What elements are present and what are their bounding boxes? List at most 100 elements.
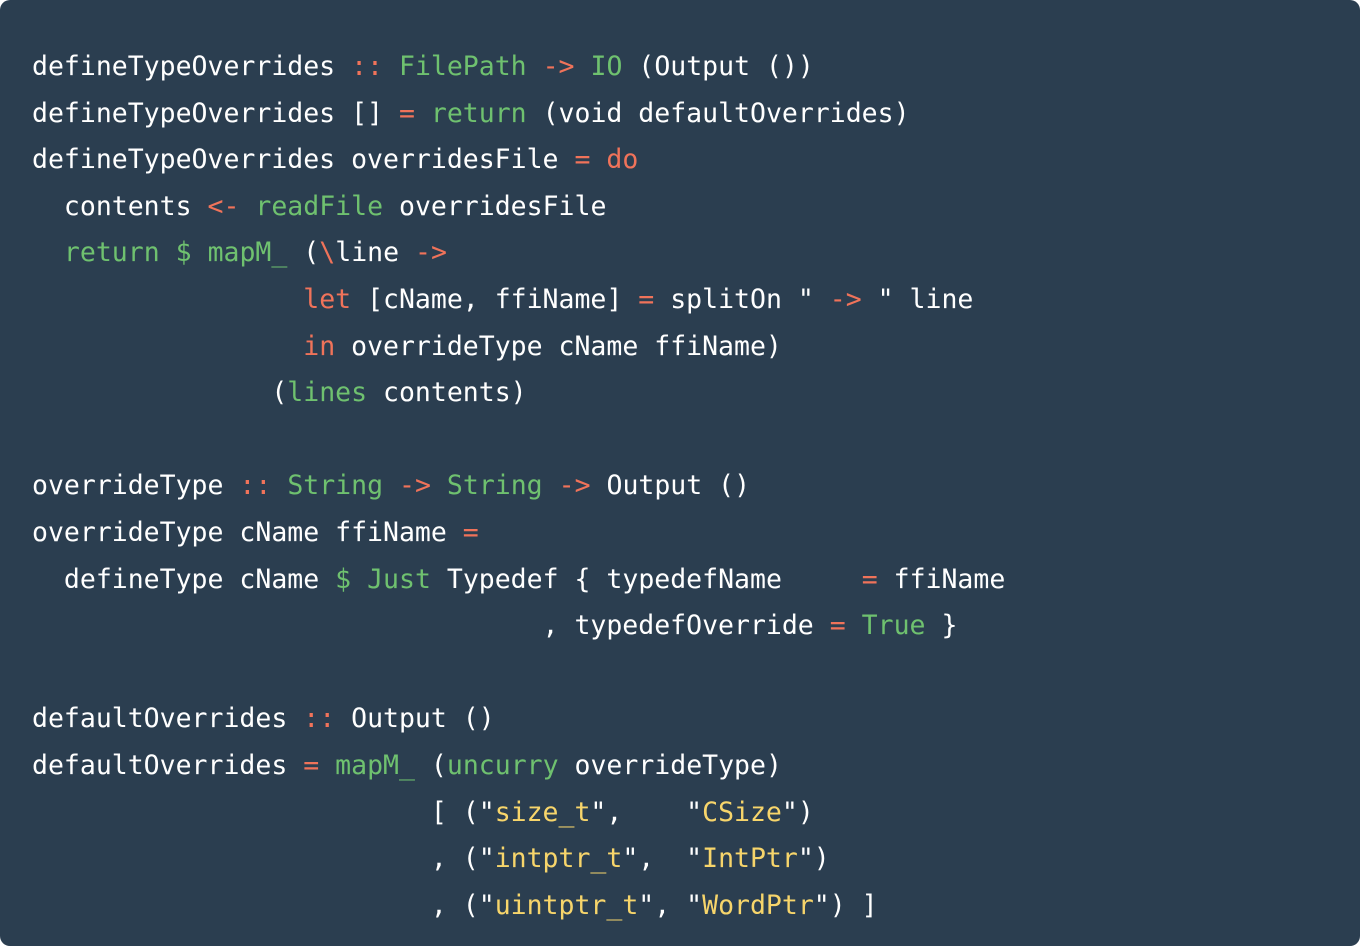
code-token: :: xyxy=(239,470,272,502)
code-token: -> xyxy=(829,283,862,315)
code-token: String xyxy=(287,470,384,502)
code-line-6: let [cName, ffiName] = splitOn " -> " li… xyxy=(32,277,1360,324)
code-token: Just xyxy=(367,563,431,595)
code-token: Output () xyxy=(590,470,751,502)
code-token: " line xyxy=(861,283,974,315)
code-token: line xyxy=(335,237,416,269)
code-token: (void defaultOverrides) xyxy=(526,97,910,129)
code-token: :: xyxy=(351,51,384,82)
code-line-13: , typedefOverride = True } xyxy=(32,603,1360,650)
code-token: Output () xyxy=(335,703,495,735)
code-line-16: defaultOverrides = mapM_ (uncurry overri… xyxy=(32,743,1360,790)
code-line-4: contents <- readFile overridesFile xyxy=(32,184,1360,231)
code-token: , (" xyxy=(32,843,495,875)
code-line-11: overrideType cName ffiName = xyxy=(32,510,1360,557)
code-token: do xyxy=(606,144,639,176)
code-line-18: , ("intptr_t", "IntPtr") xyxy=(32,836,1360,883)
code-token: -> xyxy=(558,470,591,502)
code-token: in xyxy=(303,330,336,362)
code-token: return xyxy=(63,237,160,269)
code-token: mapM_ xyxy=(335,749,415,781)
code-token: overridesFile xyxy=(383,190,607,222)
code-token: (Output ()) xyxy=(622,51,814,82)
code-token: size_t xyxy=(494,796,591,828)
code-token: defaultOverrides xyxy=(32,703,304,735)
code-line-10: overrideType :: String -> String -> Outp… xyxy=(32,463,1360,510)
code-token: defineTypeOverrides [] xyxy=(32,97,399,129)
code-token: = xyxy=(574,144,591,176)
code-token: -> xyxy=(415,237,447,269)
code-line-19: , ("uintptr_t", "WordPtr") ] xyxy=(32,883,1360,930)
code-line-3: defineTypeOverrides overridesFile = do xyxy=(32,137,1360,184)
code-token: True xyxy=(861,610,926,642)
code-token: = xyxy=(638,283,655,315)
code-line-15: defaultOverrides :: Output () xyxy=(32,696,1360,743)
code-token: -> xyxy=(542,51,575,82)
code-token: IO xyxy=(590,51,623,82)
code-token: lines xyxy=(287,377,368,409)
code-token: -> xyxy=(399,470,431,502)
code-token: IntPtr xyxy=(702,843,798,875)
code-token: ") xyxy=(781,796,814,828)
code-token: defineTypeOverrides xyxy=(32,51,352,82)
code-token: ( xyxy=(287,237,320,269)
code-token: ", " xyxy=(638,889,703,921)
code-token: contents) xyxy=(367,377,527,409)
code-token: overrideType cName ffiName xyxy=(32,516,463,548)
code-token: = xyxy=(303,749,320,781)
code-token: WordPtr xyxy=(702,889,814,921)
code-token: defaultOverrides xyxy=(32,749,304,781)
code-token: , typedefOverride xyxy=(32,610,830,642)
code-token: defineTypeOverrides overridesFile xyxy=(32,144,575,176)
code-lines: defineTypeOverrides :: FilePath -> IO (O… xyxy=(32,44,1360,929)
code-token: overrideType) xyxy=(558,749,782,781)
code-line-12: defineType cName $ Just Typedef { typede… xyxy=(32,557,1360,604)
code-line-2: defineTypeOverrides [] = return (void de… xyxy=(32,91,1360,138)
code-token: FilePath xyxy=(398,51,527,82)
code-token: = xyxy=(398,97,415,129)
code-token: defineType cName xyxy=(32,563,336,595)
code-token: <- xyxy=(207,190,240,222)
code-token: [ (" xyxy=(32,796,495,828)
code-line-8: (lines contents) xyxy=(32,370,1360,417)
code-token: = xyxy=(861,563,878,595)
code-token: ( xyxy=(32,377,288,409)
code-token: CSize xyxy=(702,796,782,828)
code-token: = xyxy=(462,516,479,548)
code-token: overrideType cName ffiName) xyxy=(335,330,782,362)
code-token: overrideType xyxy=(32,470,240,502)
code-token: return xyxy=(430,97,527,129)
code-token: let xyxy=(303,283,352,315)
code-block: defineTypeOverrides :: FilePath -> IO (O… xyxy=(0,0,1360,946)
code-token: $ xyxy=(175,237,192,269)
code-token: readFile xyxy=(255,190,384,222)
code-token: mapM_ xyxy=(207,237,288,269)
code-token: intptr_t xyxy=(494,843,623,875)
code-token: ( xyxy=(414,749,447,781)
code-token: :: xyxy=(303,703,336,735)
code-token: Typedef { typedefName xyxy=(430,563,862,595)
code-token: uintptr_t xyxy=(494,889,639,921)
code-line-7: in overrideType cName ffiName) xyxy=(32,324,1360,371)
code-token: ") ] xyxy=(813,889,878,921)
code-token: , (" xyxy=(32,889,495,921)
code-token: contents xyxy=(32,190,208,222)
